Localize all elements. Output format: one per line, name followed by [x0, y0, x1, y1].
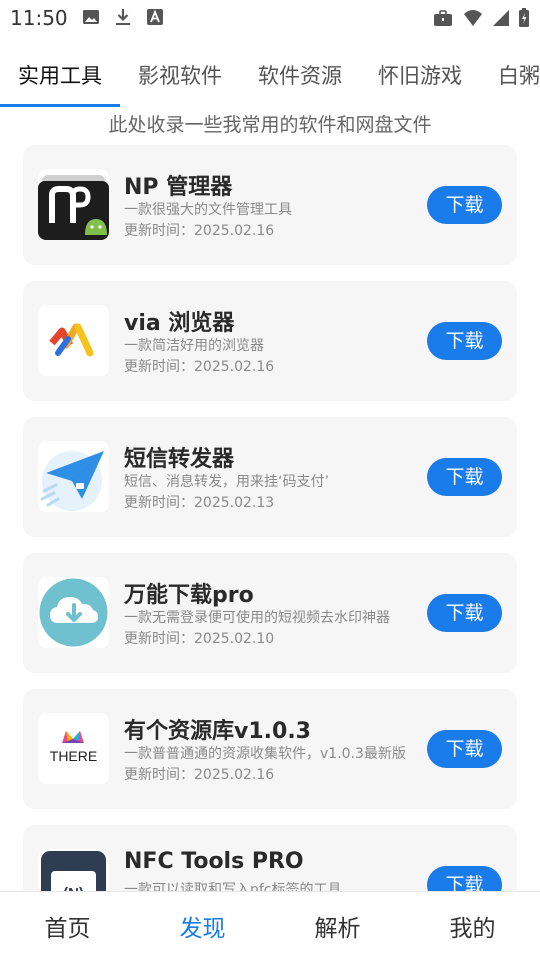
status-time: 11:50	[10, 6, 68, 30]
app-update-date: 更新时间：2025.02.10	[124, 631, 275, 647]
download-button[interactable]: 下载	[427, 186, 502, 224]
nav-home[interactable]: 首页	[0, 909, 135, 943]
app-description: 一款简洁好用的浏览器	[124, 338, 264, 354]
app-card-via-browser[interactable]: via 浏览器 一款简洁好用的浏览器 更新时间：2025.02.16 下载	[23, 281, 517, 401]
tab-retro-games[interactable]: 怀旧游戏	[378, 60, 462, 90]
app-name: 万能下载pro	[124, 583, 254, 608]
download-button[interactable]: 下载	[427, 458, 502, 496]
download-button[interactable]: 下载	[427, 730, 502, 768]
wifi-icon	[464, 10, 482, 26]
briefcase-icon	[434, 10, 452, 26]
paper-plane-icon	[38, 441, 109, 512]
download-button[interactable]: 下载	[427, 322, 502, 360]
np-manager-icon	[38, 169, 109, 240]
app-name: 短信转发器	[124, 447, 235, 472]
a-icon	[147, 9, 163, 25]
app-description: 一款普普通通的资源收集软件，v1.0.3最新版	[124, 746, 406, 762]
app-card-universal-downloader[interactable]: 万能下载pro 一款无需登录便可使用的短视频去水印神器 更新时间：2025.02…	[23, 553, 517, 673]
app-card-resource-library[interactable]: THERE 有个资源库v1.0.3 一款普普通通的资源收集软件，v1.0.3最新…	[23, 689, 517, 809]
tab-software-resources[interactable]: 软件资源	[258, 60, 342, 90]
app-update-date: 更新时间：2025.02.13	[124, 495, 275, 511]
via-browser-icon	[38, 305, 109, 376]
app-description: 短信、消息转发，用来挂‘码支付’	[124, 474, 329, 490]
app-name: 有个资源库v1.0.3	[124, 719, 311, 744]
signal-icon	[493, 10, 509, 26]
app-name: NFC Tools PRO	[124, 849, 304, 874]
app-update-date: 更新时间：2025.02.16	[124, 223, 275, 239]
bottom-nav: 首页 发现 解析 我的	[0, 891, 540, 961]
category-tabs: 实用工具 影视软件 软件资源 怀旧游戏 白粥	[0, 50, 540, 108]
app-name: via 浏览器	[124, 311, 235, 336]
there-logo-icon: THERE	[38, 713, 109, 784]
tab-tools[interactable]: 实用工具	[18, 60, 102, 90]
tab-baizhou[interactable]: 白粥	[498, 60, 540, 90]
battery-icon	[519, 8, 529, 27]
app-description: 一款无需登录便可使用的短视频去水印神器	[124, 610, 390, 626]
download-button[interactable]: 下载	[427, 594, 502, 632]
page-subtitle: 此处收录一些我常用的软件和网盘文件	[108, 114, 432, 136]
cloud-download-icon	[38, 577, 109, 648]
nav-discover[interactable]: 发现	[135, 909, 270, 943]
nav-parse[interactable]: 解析	[270, 909, 405, 943]
download-icon	[116, 9, 130, 25]
app-card-np-manager[interactable]: NP 管理器 一款很强大的文件管理工具 更新时间：2025.02.16 下载	[23, 145, 517, 265]
tab-video-apps[interactable]: 影视软件	[138, 60, 222, 90]
app-update-date: 更新时间：2025.02.16	[124, 767, 275, 783]
status-bar: 11:50	[0, 0, 540, 36]
app-description: 一款很强大的文件管理工具	[124, 202, 292, 218]
app-card-sms-forwarder[interactable]: 短信转发器 短信、消息转发，用来挂‘码支付’ 更新时间：2025.02.13 下…	[23, 417, 517, 537]
active-tab-indicator	[0, 104, 120, 107]
image-icon	[83, 10, 99, 24]
app-update-date: 更新时间：2025.02.16	[124, 359, 275, 375]
app-name: NP 管理器	[124, 175, 233, 200]
nav-me[interactable]: 我的	[405, 909, 540, 943]
svg-text:THERE: THERE	[50, 748, 97, 764]
